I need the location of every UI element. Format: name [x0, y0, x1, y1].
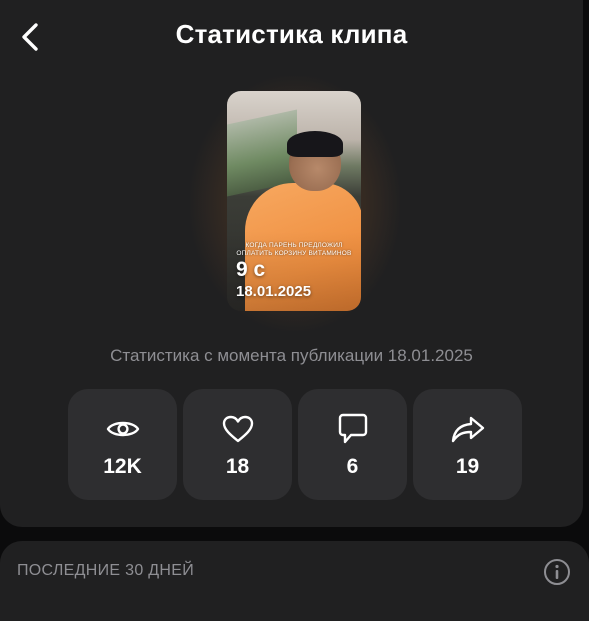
comment-icon — [338, 413, 367, 444]
views-count: 12K — [103, 455, 142, 478]
period-panel: ПОСЛЕДНИЕ 30 ДНЕЙ — [0, 541, 589, 621]
comments-card[interactable]: 6 — [298, 389, 407, 500]
comments-count: 6 — [346, 455, 359, 478]
clip-date: 18.01.2025 — [236, 283, 312, 300]
likes-count: 18 — [225, 455, 250, 478]
share-icon — [451, 416, 484, 443]
likes-card[interactable]: 18 — [183, 389, 292, 500]
info-button[interactable] — [543, 558, 571, 586]
clip-stats-panel: Статистика клипа КОГДА ПАРЕНЬ ПРЕДЛОЖИЛ … — [0, 0, 583, 527]
clip-duration: 9 с — [236, 258, 266, 281]
page-title: Статистика клипа — [175, 19, 408, 49]
views-card[interactable]: 12K — [68, 389, 177, 500]
info-icon — [544, 559, 570, 585]
eye-icon — [106, 421, 139, 437]
heart-icon — [222, 415, 253, 443]
clip-thumbnail[interactable]: КОГДА ПАРЕНЬ ПРЕДЛОЖИЛ ОПЛАТИТЬ КОРЗИНУ … — [227, 91, 361, 311]
period-label: ПОСЛЕДНИЕ 30 ДНЕЙ — [17, 562, 195, 579]
stats-subtitle: Статистика с момента публикации 18.01.20… — [110, 346, 473, 365]
stats-row: 12K 18 6 19 — [68, 389, 522, 500]
shares-card[interactable]: 19 — [413, 389, 522, 500]
shares-count: 19 — [455, 455, 480, 478]
clip-caption: КОГДА ПАРЕНЬ ПРЕДЛОЖИЛ ОПЛАТИТЬ КОРЗИНУ … — [236, 242, 352, 257]
thumbnail-person-hair — [287, 131, 343, 157]
